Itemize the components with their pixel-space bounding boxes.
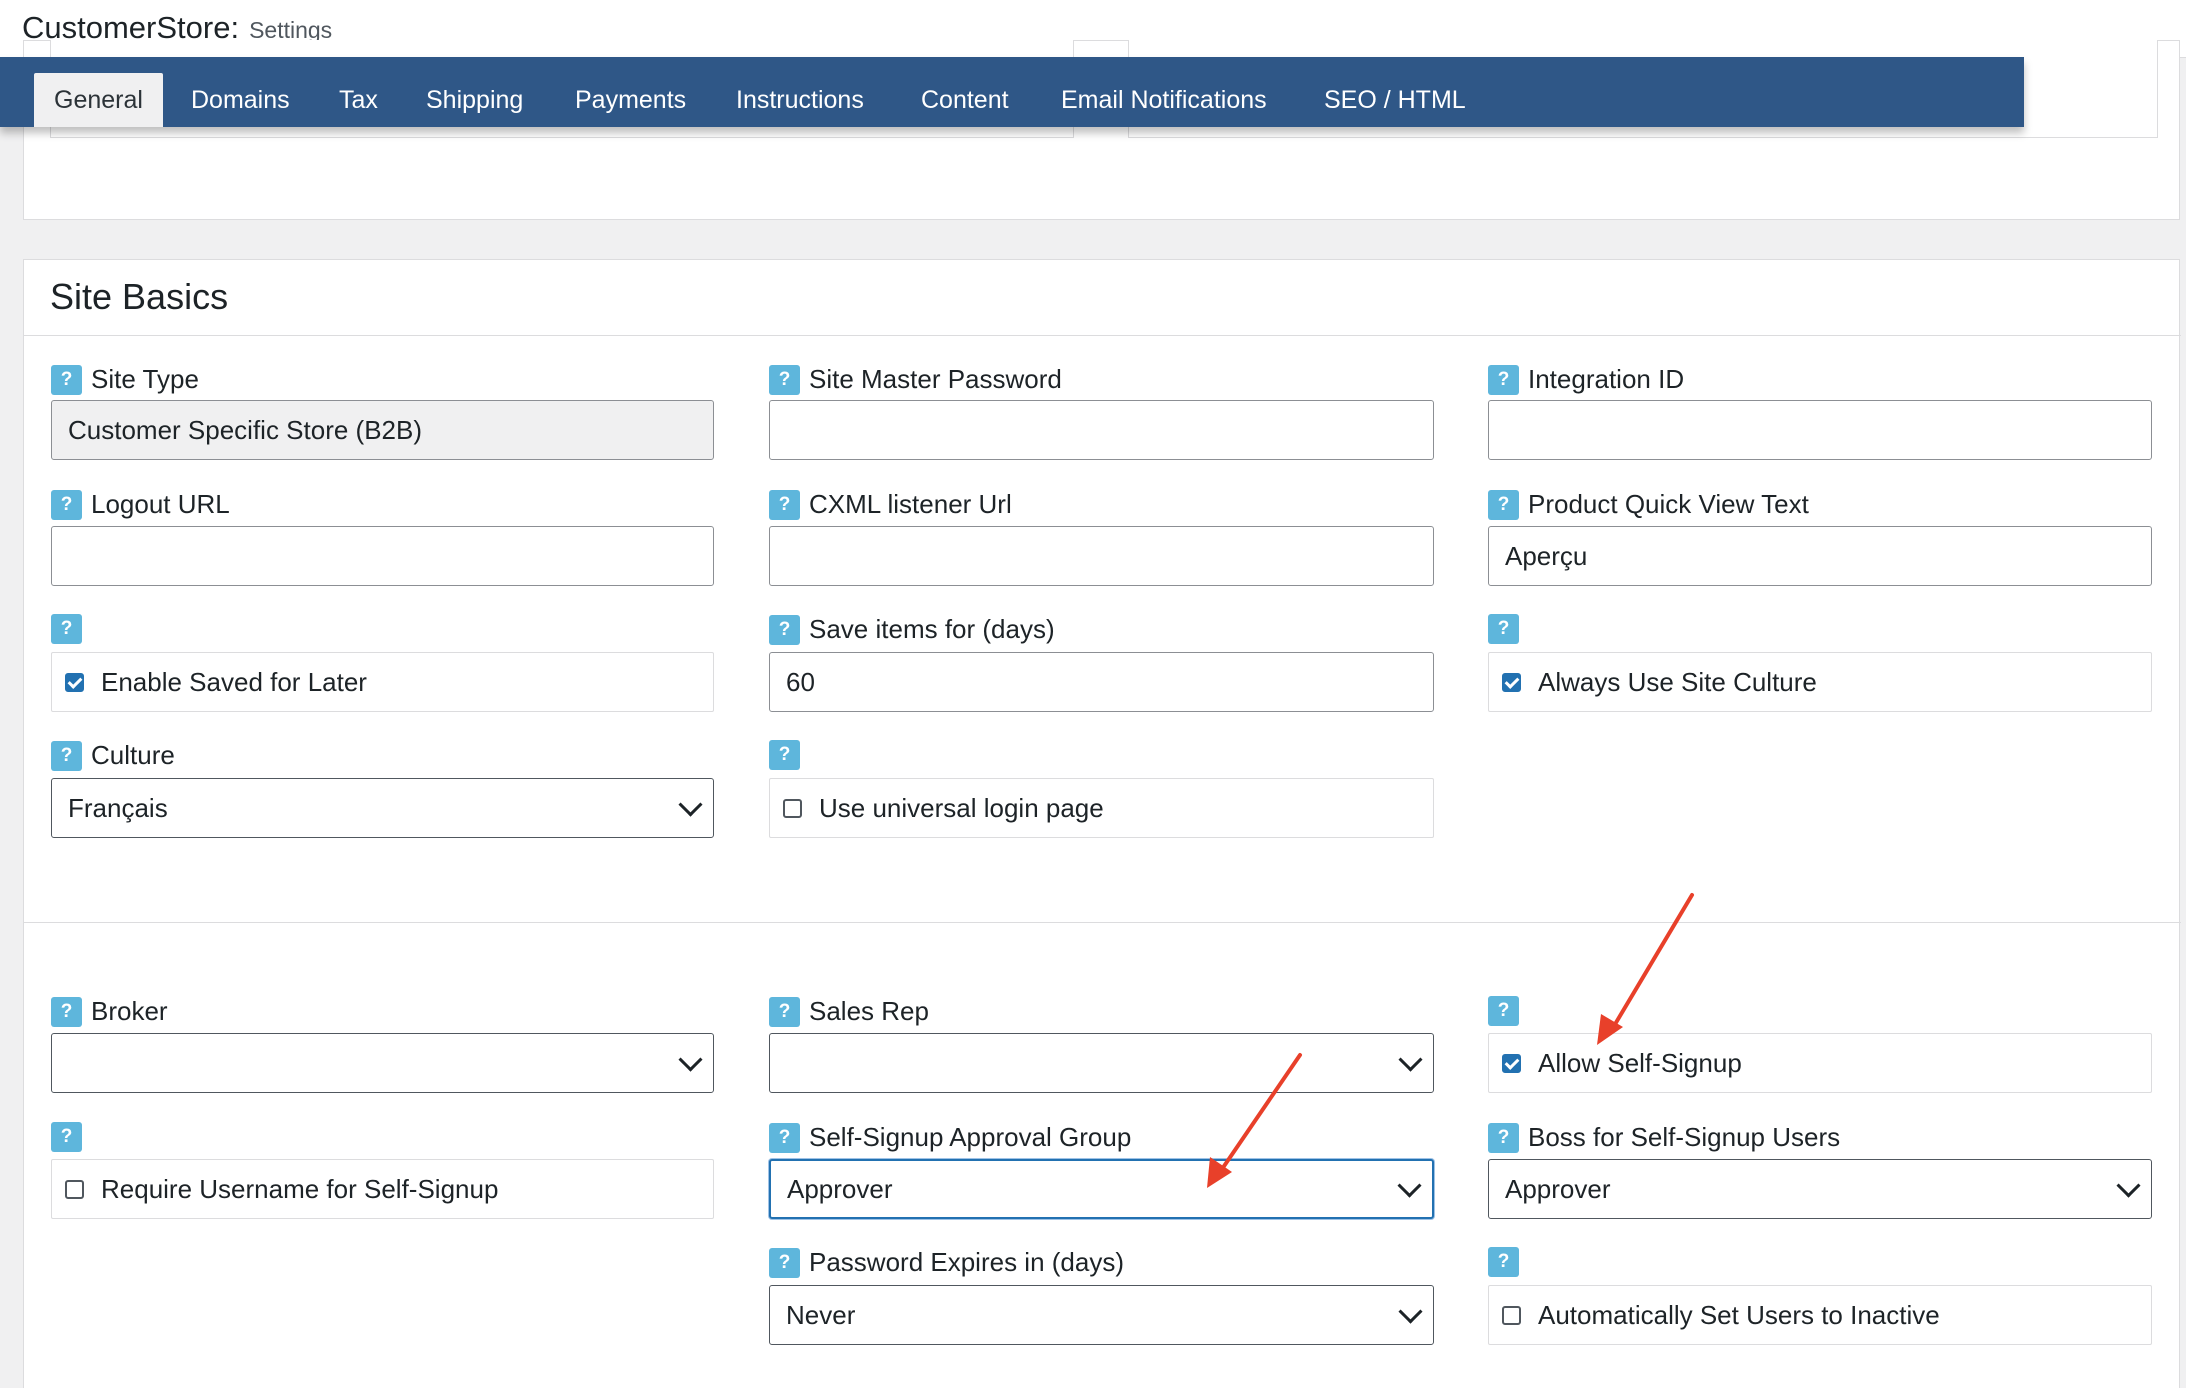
- section-divider: [24, 335, 2181, 336]
- auto-inactive-help: ?: [1488, 1247, 1528, 1277]
- sales-rep-label: ? Sales Rep: [769, 996, 929, 1027]
- help-icon[interactable]: ?: [769, 489, 800, 520]
- help-icon[interactable]: ?: [1488, 996, 1519, 1026]
- site-culture-help: ?: [1488, 614, 1528, 644]
- help-icon[interactable]: ?: [769, 614, 800, 645]
- chevron-down-icon: [678, 1047, 703, 1072]
- site-basics-card: Site Basics ? Site Type Customer Specific…: [23, 259, 2181, 1388]
- require-username-option[interactable]: Require Username for Self-Signup: [51, 1159, 714, 1219]
- logout-url-label: ? Logout URL: [51, 489, 230, 520]
- help-icon[interactable]: ?: [1488, 1247, 1519, 1277]
- approval-group-label: ? Self-Signup Approval Group: [769, 1122, 1131, 1153]
- help-icon[interactable]: ?: [1488, 1122, 1519, 1153]
- section-title: Site Basics: [50, 276, 229, 317]
- tab-instructions[interactable]: Instructions: [736, 73, 864, 127]
- tab-domains[interactable]: Domains: [191, 73, 290, 127]
- help-icon[interactable]: ?: [51, 614, 82, 644]
- chevron-down-icon: [1397, 1173, 1422, 1198]
- save-items-for-label: ? Save items for (days): [769, 614, 1055, 645]
- help-icon[interactable]: ?: [51, 1122, 82, 1152]
- help-icon[interactable]: ?: [769, 364, 800, 395]
- help-icon[interactable]: ?: [1488, 489, 1519, 520]
- tab-email-notifications[interactable]: Email Notifications: [1061, 73, 1267, 127]
- require-username-checkbox[interactable]: [65, 1179, 84, 1199]
- self-signup-help: ?: [1488, 996, 1528, 1026]
- auto-set-inactive-option[interactable]: Automatically Set Users to Inactive: [1488, 1285, 2152, 1345]
- broker-select[interactable]: [51, 1033, 714, 1093]
- chevron-down-icon: [678, 792, 703, 817]
- broker-label: ? Broker: [51, 996, 168, 1027]
- help-icon[interactable]: ?: [51, 364, 82, 395]
- cxml-listener-url-input[interactable]: [769, 526, 1434, 586]
- boss-for-self-signup-label: ? Boss for Self-Signup Users: [1488, 1122, 1840, 1153]
- tab-payments[interactable]: Payments: [575, 73, 686, 127]
- allow-self-signup-option[interactable]: Allow Self-Signup: [1488, 1033, 2152, 1093]
- help-icon[interactable]: ?: [769, 1247, 800, 1278]
- require-username-help: ?: [51, 1122, 91, 1152]
- help-icon[interactable]: ?: [769, 740, 800, 770]
- integration-id-label: ? Integration ID: [1488, 364, 1684, 395]
- section-divider: [24, 922, 2181, 923]
- site-type-field[interactable]: Customer Specific Store (B2B): [51, 400, 714, 460]
- help-icon[interactable]: ?: [1488, 364, 1519, 395]
- logout-url-input[interactable]: [51, 526, 714, 586]
- allow-self-signup-checkbox[interactable]: [1502, 1053, 1521, 1073]
- help-icon[interactable]: ?: [51, 489, 82, 520]
- site-master-password-input[interactable]: [769, 400, 1434, 460]
- enable-saved-for-later-option[interactable]: Enable Saved for Later: [51, 652, 714, 712]
- help-icon[interactable]: ?: [51, 740, 82, 771]
- tab-tax[interactable]: Tax: [339, 73, 378, 127]
- universal-login-help: ?: [769, 740, 809, 770]
- cxml-listener-url-label: ? CXML listener Url: [769, 489, 1012, 520]
- culture-select[interactable]: Français: [51, 778, 714, 838]
- tab-general[interactable]: General: [34, 73, 163, 127]
- settings-tab-bar: General Domains Tax Shipping Payments In…: [0, 57, 2024, 127]
- use-universal-login-option[interactable]: Use universal login page: [769, 778, 1434, 838]
- integration-id-input[interactable]: [1488, 400, 2152, 460]
- tab-seo-html[interactable]: SEO / HTML: [1324, 73, 1466, 127]
- password-expires-label: ? Password Expires in (days): [769, 1247, 1124, 1278]
- approval-group-select[interactable]: Approver: [769, 1159, 1434, 1219]
- saved-for-later-help: ?: [51, 614, 91, 644]
- culture-label: ? Culture: [51, 740, 175, 771]
- help-icon[interactable]: ?: [769, 1122, 800, 1153]
- tab-content[interactable]: Content: [921, 73, 1009, 127]
- enable-saved-for-later-checkbox[interactable]: [65, 672, 84, 692]
- chevron-down-icon: [1398, 1299, 1423, 1324]
- always-use-site-culture-option[interactable]: Always Use Site Culture: [1488, 652, 2152, 712]
- product-quick-view-text-label: ? Product Quick View Text: [1488, 489, 1809, 520]
- use-universal-login-checkbox[interactable]: [783, 798, 802, 818]
- product-quick-view-text-input[interactable]: Aperçu: [1488, 526, 2152, 586]
- help-icon[interactable]: ?: [51, 996, 82, 1027]
- password-expires-select[interactable]: Never: [769, 1285, 1434, 1345]
- chevron-down-icon: [1398, 1047, 1423, 1072]
- chevron-down-icon: [2116, 1173, 2141, 1198]
- auto-set-inactive-checkbox[interactable]: [1502, 1305, 1521, 1325]
- always-use-site-culture-checkbox[interactable]: [1502, 672, 1521, 692]
- boss-for-self-signup-select[interactable]: Approver: [1488, 1159, 2152, 1219]
- save-items-for-input[interactable]: 60: [769, 652, 1434, 712]
- help-icon[interactable]: ?: [769, 996, 800, 1027]
- site-master-password-label: ? Site Master Password: [769, 364, 1062, 395]
- site-type-label: ? Site Type: [51, 364, 199, 395]
- tab-shipping[interactable]: Shipping: [426, 73, 523, 127]
- sales-rep-select[interactable]: [769, 1033, 1434, 1093]
- help-icon[interactable]: ?: [1488, 614, 1519, 644]
